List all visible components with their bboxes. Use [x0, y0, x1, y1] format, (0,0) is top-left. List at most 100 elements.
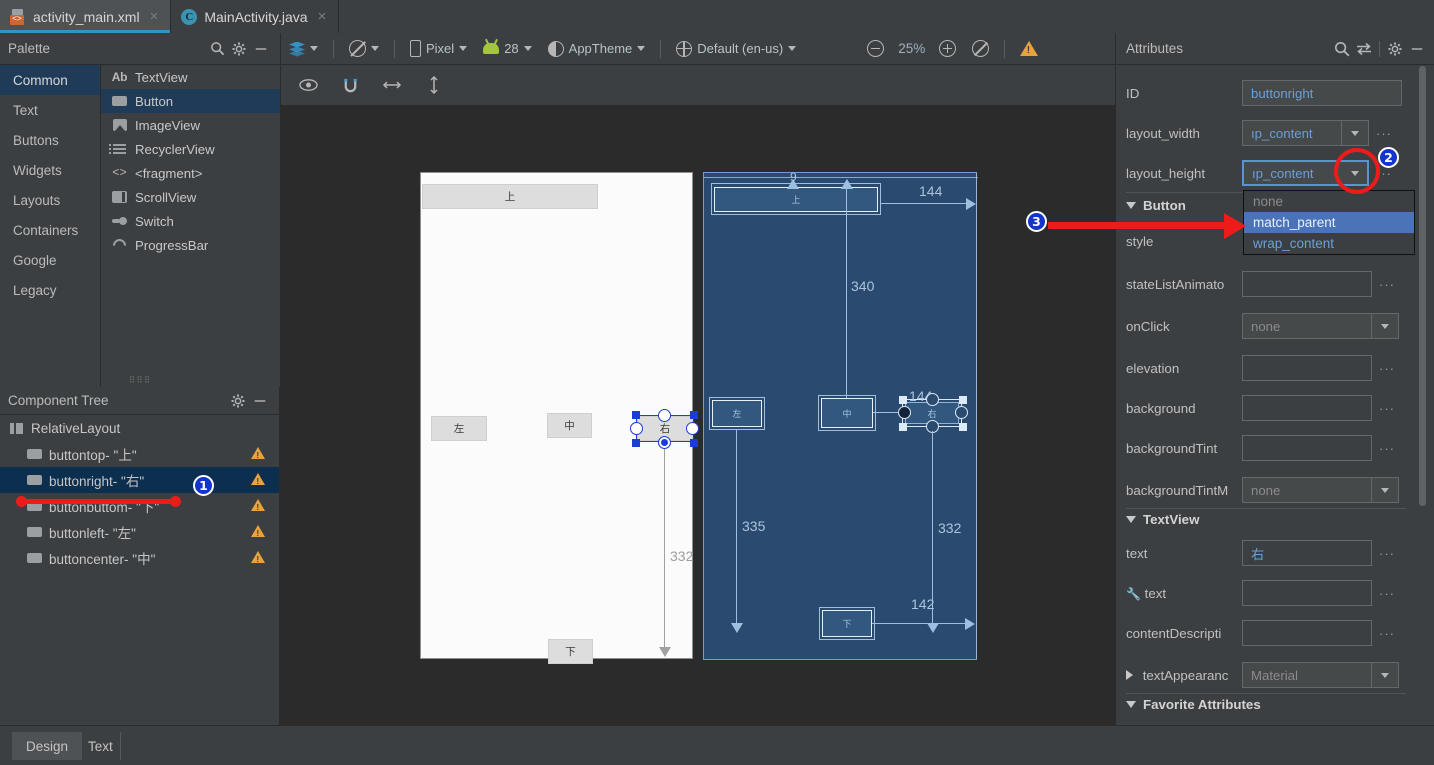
more-options-button[interactable]: ···	[1379, 277, 1395, 292]
device-selector[interactable]: Pixel	[402, 36, 475, 62]
onclick-combo[interactable]: none	[1242, 313, 1399, 339]
elevation-field[interactable]	[1242, 355, 1372, 381]
locale-selector[interactable]: Default (en-us)	[668, 36, 804, 62]
palette-item-textview[interactable]: Ab TextView	[101, 65, 280, 89]
gear-icon[interactable]	[228, 38, 250, 60]
right-panel-divider[interactable]	[1115, 33, 1116, 725]
close-icon[interactable]: ×	[318, 8, 327, 25]
constraint-anchor-left[interactable]	[898, 406, 911, 419]
eye-icon[interactable]	[295, 72, 321, 98]
palette-item-fragment[interactable]: <> <fragment>	[101, 161, 280, 185]
resize-handle-bl[interactable]	[632, 439, 640, 447]
minimize-icon[interactable]	[1406, 38, 1428, 60]
preview-button-bottom[interactable]: 下	[548, 639, 593, 664]
resize-handle-tl[interactable]	[899, 396, 907, 404]
blueprint-button-bottom[interactable]: 下	[822, 610, 872, 637]
gear-icon[interactable]	[227, 390, 249, 412]
tree-node-buttontop[interactable]: buttontop- "上"	[0, 441, 279, 467]
minimize-icon[interactable]	[249, 390, 271, 412]
tree-node-buttonbuttom[interactable]: buttonbuttom- "下"	[0, 493, 279, 519]
background-field[interactable]	[1242, 395, 1372, 421]
tree-node-relativelayout[interactable]: RelativeLayout	[0, 415, 279, 441]
scrollbar-thumb[interactable]	[1419, 66, 1426, 506]
orientation-selector[interactable]	[341, 36, 387, 62]
palette-item-imageview[interactable]: ImageView	[101, 113, 280, 137]
layout-height-input[interactable]: ıp_content	[1242, 160, 1342, 186]
resize-handle-br[interactable]	[690, 439, 698, 447]
design-mode-selector[interactable]	[281, 36, 326, 62]
more-options-button[interactable]: ···	[1376, 126, 1392, 141]
text-designtime-field[interactable]	[1242, 580, 1372, 606]
preview-button-center[interactable]: 中	[547, 413, 592, 438]
theme-selector[interactable]: AppTheme	[540, 36, 654, 62]
resize-handle-tl[interactable]	[632, 411, 640, 419]
vertical-align-icon[interactable]	[421, 72, 447, 98]
constraint-anchor-right[interactable]	[686, 422, 699, 435]
palette-item-progressbar[interactable]: ProgressBar	[101, 233, 280, 257]
section-textview[interactable]: TextView	[1116, 512, 1416, 527]
preview-button-top[interactable]: 上	[422, 184, 598, 209]
attributes-scrollbar[interactable]	[1418, 66, 1427, 725]
palette-item-button[interactable]: Button	[101, 89, 280, 113]
constraint-anchor-left[interactable]	[630, 422, 643, 435]
palette-item-scrollview[interactable]: ScrollView	[101, 185, 280, 209]
editor-tab-mainactivity-java[interactable]: C MainActivity.java ×	[171, 0, 340, 33]
minimize-icon[interactable]	[250, 38, 272, 60]
tree-node-buttoncenter[interactable]: buttoncenter- "中"	[0, 545, 279, 571]
palette-category-text[interactable]: Text	[0, 95, 100, 125]
blueprint-button-left[interactable]: 左	[712, 400, 762, 427]
resize-handle-tr[interactable]	[959, 396, 967, 404]
design-canvas[interactable]: 上 左 中 右 下 332 上 144 9 340 左 335 中 右 144 …	[281, 106, 1115, 725]
warning-button[interactable]	[1012, 36, 1046, 62]
resize-handle-tr[interactable]	[690, 411, 698, 419]
left-panel-divider[interactable]	[280, 33, 281, 725]
layout-height-dropdown-menu[interactable]: none match_parent wrap_content	[1243, 190, 1415, 255]
preview-button-left[interactable]: 左	[431, 416, 487, 441]
tree-node-buttonright[interactable]: buttonright- "右"	[0, 467, 279, 493]
chevron-down-icon[interactable]	[1372, 313, 1399, 339]
gear-icon[interactable]	[1384, 38, 1406, 60]
more-options-button[interactable]: ···	[1379, 401, 1395, 416]
editor-tab-activity-main-xml[interactable]: activity_main.xml ×	[0, 0, 172, 33]
chevron-right-icon[interactable]	[1126, 669, 1133, 680]
blueprint-button-top[interactable]: 上	[714, 187, 878, 212]
palette-category-common[interactable]: Common	[0, 65, 100, 95]
chevron-down-icon[interactable]	[1372, 662, 1399, 688]
search-icon[interactable]	[1331, 38, 1353, 60]
backgroundtintmode-value[interactable]: none	[1242, 477, 1372, 503]
palette-category-containers[interactable]: Containers	[0, 215, 100, 245]
zoom-out-button[interactable]	[859, 36, 892, 62]
zoom-reset-button[interactable]	[964, 36, 997, 62]
dropdown-option-match-parent[interactable]: match_parent	[1244, 212, 1414, 233]
statelistanimator-field[interactable]	[1242, 271, 1372, 297]
swap-icon[interactable]	[1353, 38, 1375, 60]
textappearance-combo[interactable]: Material	[1242, 662, 1399, 688]
layout-width-combo[interactable]: ıp_content	[1242, 120, 1369, 146]
palette-item-recyclerview[interactable]: RecyclerView	[101, 137, 280, 161]
constraint-anchor-top[interactable]	[926, 393, 939, 406]
tab-design[interactable]: Design	[12, 732, 83, 760]
blueprint-button-center[interactable]: 中	[821, 398, 873, 428]
more-options-button[interactable]: ···	[1379, 546, 1395, 561]
onclick-value[interactable]: none	[1242, 313, 1372, 339]
search-icon[interactable]	[206, 38, 228, 60]
text-field[interactable]: 右	[1242, 540, 1372, 566]
palette-category-widgets[interactable]: Widgets	[0, 155, 100, 185]
palette-category-google[interactable]: Google	[0, 245, 100, 275]
more-options-button[interactable]: ···	[1379, 626, 1395, 641]
chevron-down-icon[interactable]	[1342, 120, 1369, 146]
chevron-down-icon[interactable]	[1372, 477, 1399, 503]
resize-handle-br[interactable]	[959, 423, 967, 431]
tab-text[interactable]: Text	[74, 732, 127, 760]
palette-category-layouts[interactable]: Layouts	[0, 185, 100, 215]
palette-item-switch[interactable]: Switch	[101, 209, 280, 233]
device-preview[interactable]: 上 左 中 右 下 332	[420, 172, 699, 664]
more-options-button[interactable]: ···	[1379, 441, 1395, 456]
palette-category-legacy[interactable]: Legacy	[0, 275, 100, 305]
backgroundtintmode-combo[interactable]: none	[1242, 477, 1399, 503]
more-options-button[interactable]: ···	[1379, 586, 1395, 601]
resize-handle-bl[interactable]	[899, 423, 907, 431]
dropdown-option-wrap-content[interactable]: wrap_content	[1244, 233, 1414, 254]
backgroundtint-field[interactable]	[1242, 435, 1372, 461]
close-icon[interactable]: ×	[150, 8, 159, 25]
